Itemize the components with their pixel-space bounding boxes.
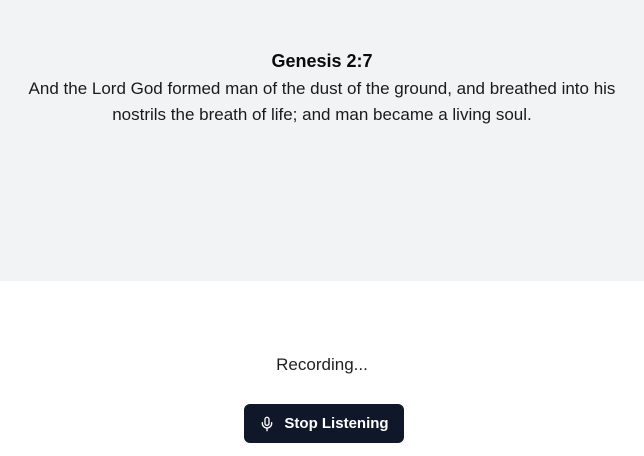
recording-status: Recording... xyxy=(276,355,368,374)
microphone-icon xyxy=(259,416,275,432)
verse-text: And the Lord God formed man of the dust … xyxy=(28,79,616,124)
stop-listening-label: Stop Listening xyxy=(284,414,389,432)
verse-panel: Genesis 2:7 And the Lord God formed man … xyxy=(0,0,644,281)
stop-listening-button[interactable]: Stop Listening xyxy=(244,404,404,443)
verse-reference: Genesis 2:7 xyxy=(271,51,373,71)
